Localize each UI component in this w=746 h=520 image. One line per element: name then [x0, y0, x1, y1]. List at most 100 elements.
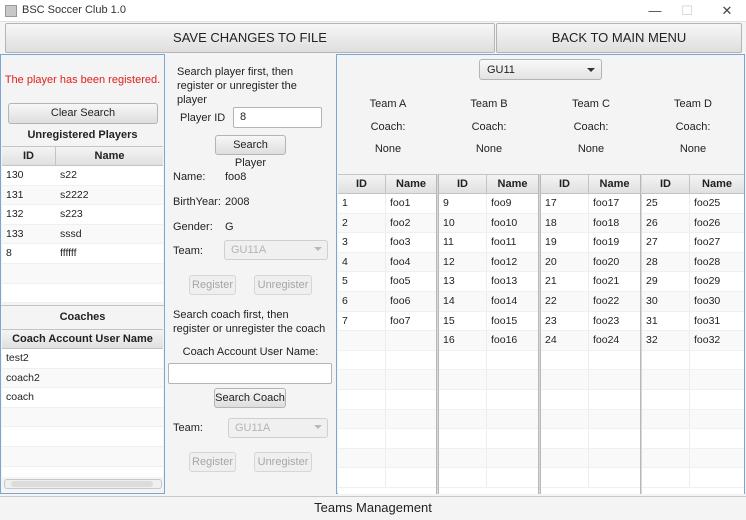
table-row[interactable] — [2, 284, 163, 304]
table-row[interactable]: 13 foo13 — [439, 272, 538, 292]
table-row[interactable] — [541, 409, 640, 430]
column-header-id[interactable]: ID — [642, 175, 690, 193]
table-row[interactable]: 31 foo31 — [642, 311, 744, 332]
table-row[interactable]: 12 foo12 — [439, 252, 538, 273]
coaches-table[interactable]: Coach Account User Name test2 coach2 coach — [2, 329, 163, 477]
table-row[interactable] — [2, 427, 163, 447]
column-header-name[interactable]: Name — [386, 175, 436, 193]
table-row[interactable]: 14 foo14 — [439, 291, 538, 312]
table-row[interactable]: 29 foo29 — [642, 272, 744, 292]
register-player-button[interactable]: Register — [189, 275, 236, 295]
table-row[interactable]: 22 foo22 — [541, 291, 640, 312]
search-player-button[interactable]: Search Player — [215, 135, 286, 169]
team-roster-table[interactable]: ID Name 9 foo9 10 foo10 11 foo11 12 foo12 13 foo13 1… — [439, 174, 538, 494]
table-row[interactable]: 5 foo5 — [338, 272, 436, 292]
unregister-coach-button[interactable]: Unregister — [254, 452, 312, 472]
table-row[interactable]: 26 foo26 — [642, 213, 744, 234]
division-select[interactable]: GU11 — [479, 59, 602, 80]
table-row[interactable] — [338, 370, 436, 390]
minimize-icon[interactable]: — — [640, 2, 670, 20]
table-row[interactable] — [642, 350, 744, 371]
table-row[interactable] — [2, 446, 163, 467]
column-header-id[interactable]: ID — [541, 175, 589, 193]
table-row[interactable] — [2, 263, 163, 284]
table-row[interactable] — [541, 468, 640, 488]
table-row[interactable]: 1 foo1 — [338, 194, 436, 214]
table-row[interactable] — [2, 407, 163, 428]
unregistered-players-table[interactable]: ID Name 130 s22 131 s2222 132 s223 133 sssd 8 fff… — [2, 146, 163, 304]
table-row[interactable]: 9 foo9 — [439, 194, 538, 214]
team-roster-table[interactable]: ID Name 25 foo25 26 foo26 27 foo27 28 foo28 29 foo2… — [642, 174, 744, 494]
table-row[interactable]: 2 foo2 — [338, 213, 436, 234]
column-header-id[interactable]: ID — [2, 147, 56, 165]
maximize-icon[interactable]: ☐ — [672, 2, 702, 20]
table-row[interactable]: 130 s22 — [2, 166, 163, 186]
column-header-id[interactable]: ID — [338, 175, 386, 193]
table-row[interactable] — [439, 350, 538, 371]
register-coach-button[interactable]: Register — [189, 452, 236, 472]
unregister-player-button[interactable]: Unregister — [254, 275, 312, 295]
table-row[interactable]: 19 foo19 — [541, 233, 640, 253]
column-header-coach-user[interactable]: Coach Account User Name — [2, 330, 163, 348]
back-to-main-menu-button[interactable]: BACK TO MAIN MENU — [496, 23, 742, 53]
table-row[interactable] — [642, 370, 744, 390]
close-icon[interactable]: ✕ — [712, 2, 742, 20]
table-row[interactable]: 3 foo3 — [338, 233, 436, 253]
table-row[interactable] — [338, 468, 436, 488]
table-row[interactable] — [439, 370, 538, 390]
table-row[interactable]: 8 ffffff — [2, 244, 163, 264]
table-row[interactable]: 23 foo23 — [541, 311, 640, 332]
table-row[interactable]: 132 s223 — [2, 205, 163, 225]
table-row[interactable] — [642, 429, 744, 449]
table-row[interactable]: 7 foo7 — [338, 311, 436, 332]
table-row[interactable]: 10 foo10 — [439, 213, 538, 234]
team-roster-table[interactable]: ID Name 1 foo1 2 foo2 3 foo3 4 foo4 5 foo5 6 foo6 7 foo… — [338, 174, 436, 494]
horizontal-scrollbar[interactable] — [4, 479, 162, 489]
player-id-input[interactable]: 8 — [233, 107, 322, 128]
table-row[interactable] — [439, 468, 538, 488]
table-row[interactable]: 32 foo32 — [642, 331, 744, 351]
table-row[interactable] — [642, 468, 744, 488]
table-row[interactable] — [642, 389, 744, 410]
table-row[interactable] — [439, 429, 538, 449]
table-row[interactable]: 27 foo27 — [642, 233, 744, 253]
table-row[interactable] — [338, 389, 436, 410]
table-row[interactable] — [541, 389, 640, 410]
column-header-name[interactable]: Name — [589, 175, 640, 193]
column-header-name[interactable]: Name — [487, 175, 538, 193]
table-row[interactable]: 16 foo16 — [439, 331, 538, 351]
table-row[interactable]: 20 foo20 — [541, 252, 640, 273]
table-row[interactable]: 4 foo4 — [338, 252, 436, 273]
table-row[interactable] — [541, 448, 640, 469]
table-row[interactable] — [338, 409, 436, 430]
table-row[interactable]: 15 foo15 — [439, 311, 538, 332]
table-row[interactable]: 21 foo21 — [541, 272, 640, 292]
table-row[interactable] — [338, 350, 436, 371]
coach-user-input[interactable] — [168, 363, 332, 384]
table-row[interactable]: 25 foo25 — [642, 194, 744, 214]
table-row[interactable]: test2 — [2, 349, 163, 369]
table-row[interactable] — [642, 448, 744, 469]
clear-search-button[interactable]: Clear Search — [8, 103, 158, 124]
table-row[interactable] — [541, 429, 640, 449]
column-header-name[interactable]: Name — [690, 175, 744, 193]
table-row[interactable] — [338, 331, 436, 351]
table-row[interactable] — [338, 429, 436, 449]
table-row[interactable]: 18 foo18 — [541, 213, 640, 234]
table-row[interactable] — [541, 350, 640, 371]
save-changes-button[interactable]: SAVE CHANGES TO FILE — [5, 23, 495, 53]
team-roster-table[interactable]: ID Name 17 foo17 18 foo18 19 foo19 20 foo20 21 foo2… — [541, 174, 640, 494]
table-row[interactable] — [439, 389, 538, 410]
table-row[interactable]: 24 foo24 — [541, 331, 640, 351]
table-row[interactable]: coach — [2, 388, 163, 408]
table-row[interactable] — [541, 370, 640, 390]
table-row[interactable] — [338, 448, 436, 469]
column-header-name[interactable]: Name — [56, 147, 163, 165]
column-header-id[interactable]: ID — [439, 175, 487, 193]
table-row[interactable]: 30 foo30 — [642, 291, 744, 312]
table-row[interactable]: 28 foo28 — [642, 252, 744, 273]
table-row[interactable]: 11 foo11 — [439, 233, 538, 253]
table-row[interactable]: 17 foo17 — [541, 194, 640, 214]
search-coach-button[interactable]: Search Coach — [214, 388, 286, 408]
table-row[interactable] — [642, 409, 744, 430]
